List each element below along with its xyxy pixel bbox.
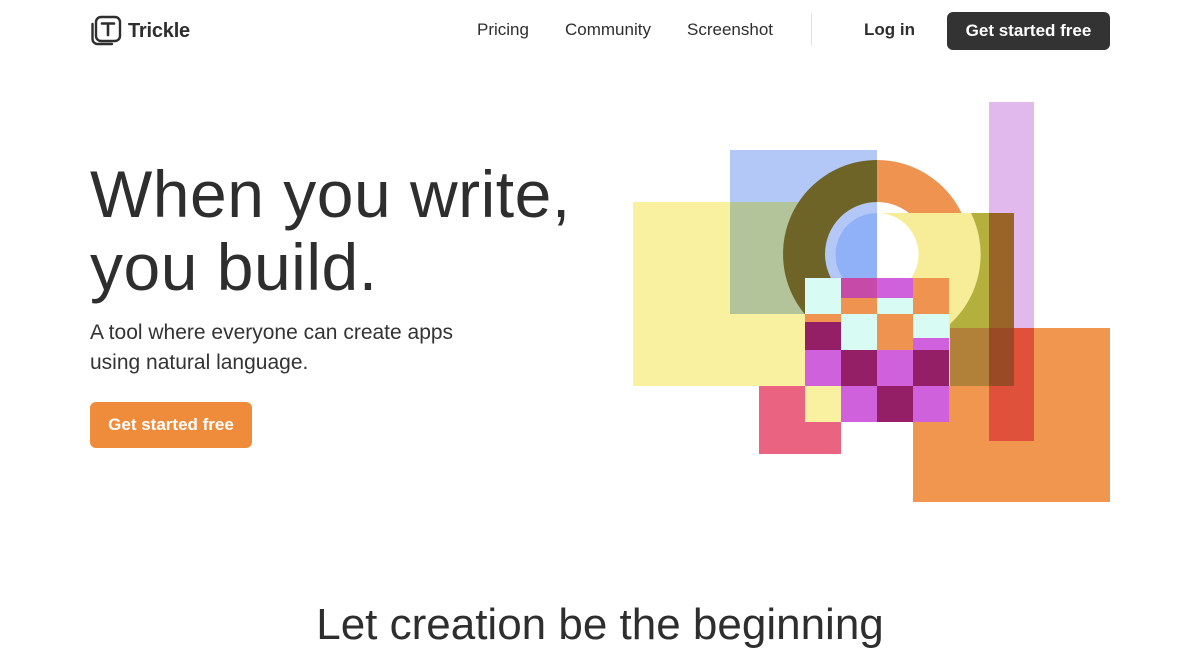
lavender-bar — [989, 102, 1034, 328]
orange-square — [913, 328, 1110, 502]
top-navigation: Trickle Pricing Community Screenshot Log… — [0, 0, 1200, 62]
get-started-nav-button[interactable]: Get started free — [947, 12, 1110, 50]
pink-square — [759, 386, 841, 454]
yellow-rectangle — [633, 202, 808, 386]
ochre-overlap — [950, 328, 1014, 386]
hero-headline-line-2: you build. — [90, 230, 378, 304]
nav-link-pricing[interactable]: Pricing — [477, 20, 529, 40]
hero-subtext-line-1: A tool where everyone can create apps — [90, 321, 454, 344]
checkerboard-grid — [805, 278, 949, 422]
red-overlap-bar — [989, 328, 1034, 441]
login-link[interactable]: Log in — [864, 20, 915, 40]
nav-link-screenshot[interactable]: Screenshot — [687, 20, 773, 40]
ring-lower-right-overlap — [877, 213, 981, 349]
trickle-logo-icon — [91, 15, 122, 46]
pale-yellow-rectangle — [877, 213, 1014, 386]
hero-subtext-line-2: using natural language. — [90, 351, 309, 374]
overlap-green-rectangle — [730, 202, 808, 314]
get-started-hero-button[interactable]: Get started free — [90, 402, 252, 448]
hero-headline: When you write, you build. — [90, 158, 571, 304]
blue-rectangle — [730, 150, 877, 314]
hero-subtext: A tool where everyone can create apps us… — [90, 318, 510, 378]
olive-rectangle — [950, 213, 1014, 386]
dark-red-overlap — [989, 328, 1014, 386]
logo-text: Trickle — [128, 19, 190, 42]
brown-strip — [989, 213, 1014, 386]
nav-link-community[interactable]: Community — [565, 20, 651, 40]
logo[interactable]: Trickle — [90, 15, 190, 47]
ring-inner-white — [877, 213, 919, 296]
abstract-shapes-illustration — [633, 102, 1110, 502]
ring-right-half — [877, 160, 971, 348]
hero-headline-line-1: When you write, — [90, 157, 571, 231]
section-title: Let creation be the beginning — [316, 600, 884, 649]
hero-illustration — [0, 0, 1200, 623]
ring-left-half — [783, 160, 877, 348]
ring-inner-blue — [835, 213, 878, 296]
nav-divider — [811, 14, 812, 46]
